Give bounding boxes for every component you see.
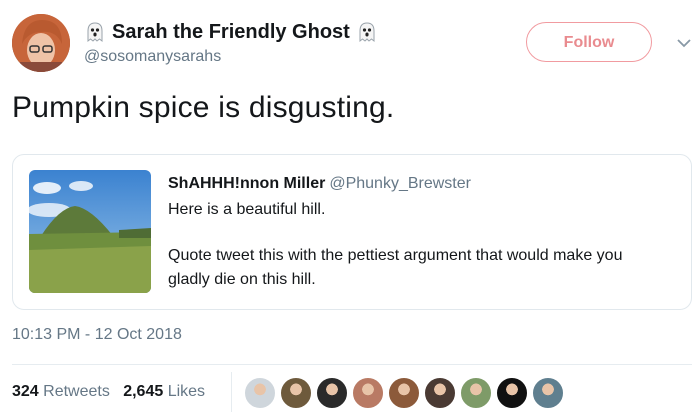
author-name-row[interactable]: Sarah the Friendly Ghost [84, 20, 378, 44]
quoted-tweet-text-line-2: Quote tweet this with the pettiest argum… [168, 247, 623, 264]
quoted-tweet-header[interactable]: ShAHHH!nnon Miller @Phunky_Brewster [168, 174, 471, 194]
liker-avatar-2[interactable] [280, 377, 312, 409]
follow-button[interactable]: Follow [526, 22, 652, 62]
tweet-timestamp[interactable]: 10:13 PM - 12 Oct 2018 [12, 326, 182, 344]
hill-photo[interactable] [29, 170, 151, 293]
author-avatar[interactable] [12, 14, 70, 72]
stats-separator [231, 372, 232, 412]
retweets-stat[interactable]: 324 Retweets [12, 383, 110, 400]
ghost-icon [356, 21, 378, 43]
likes-label: Likes [167, 383, 206, 400]
quoted-author-handle: @Phunky_Brewster [329, 175, 471, 192]
tweet-header: Sarah the Friendly Ghost @sosomanysarahs… [12, 14, 691, 76]
quoted-author-name: ShAHHH!nnon Miller [168, 175, 326, 192]
liker-avatars [244, 377, 568, 409]
liker-avatar-6[interactable] [424, 377, 456, 409]
divider [12, 364, 692, 365]
liker-avatar-4[interactable] [352, 377, 384, 409]
liker-avatar-7[interactable] [460, 377, 492, 409]
liker-avatar-9[interactable] [532, 377, 564, 409]
tweet-text: Pumpkin spice is disgusting. [12, 91, 395, 124]
retweets-count: 324 [12, 383, 39, 400]
ghost-icon [84, 21, 106, 43]
tweet-stats: 324 Retweets 2,645 Likes [12, 382, 205, 402]
retweets-label: Retweets [43, 383, 110, 400]
chevron-down-icon[interactable] [676, 36, 692, 48]
quoted-tweet-text-line-3: gladly die on this hill. [168, 271, 316, 288]
liker-avatar-1[interactable] [244, 377, 276, 409]
author-display-name: Sarah the Friendly Ghost [112, 21, 350, 43]
author-handle[interactable]: @sosomanysarahs [84, 48, 221, 66]
likes-stat[interactable]: 2,645 Likes [123, 383, 205, 400]
quoted-tweet-text-line-1: Here is a beautiful hill. [168, 201, 326, 218]
liker-avatar-5[interactable] [388, 377, 420, 409]
liker-avatar-8[interactable] [496, 377, 528, 409]
quoted-tweet[interactable]: ShAHHH!nnon Miller @Phunky_Brewster Here … [12, 154, 692, 310]
liker-avatar-3[interactable] [316, 377, 348, 409]
likes-count: 2,645 [123, 383, 164, 400]
